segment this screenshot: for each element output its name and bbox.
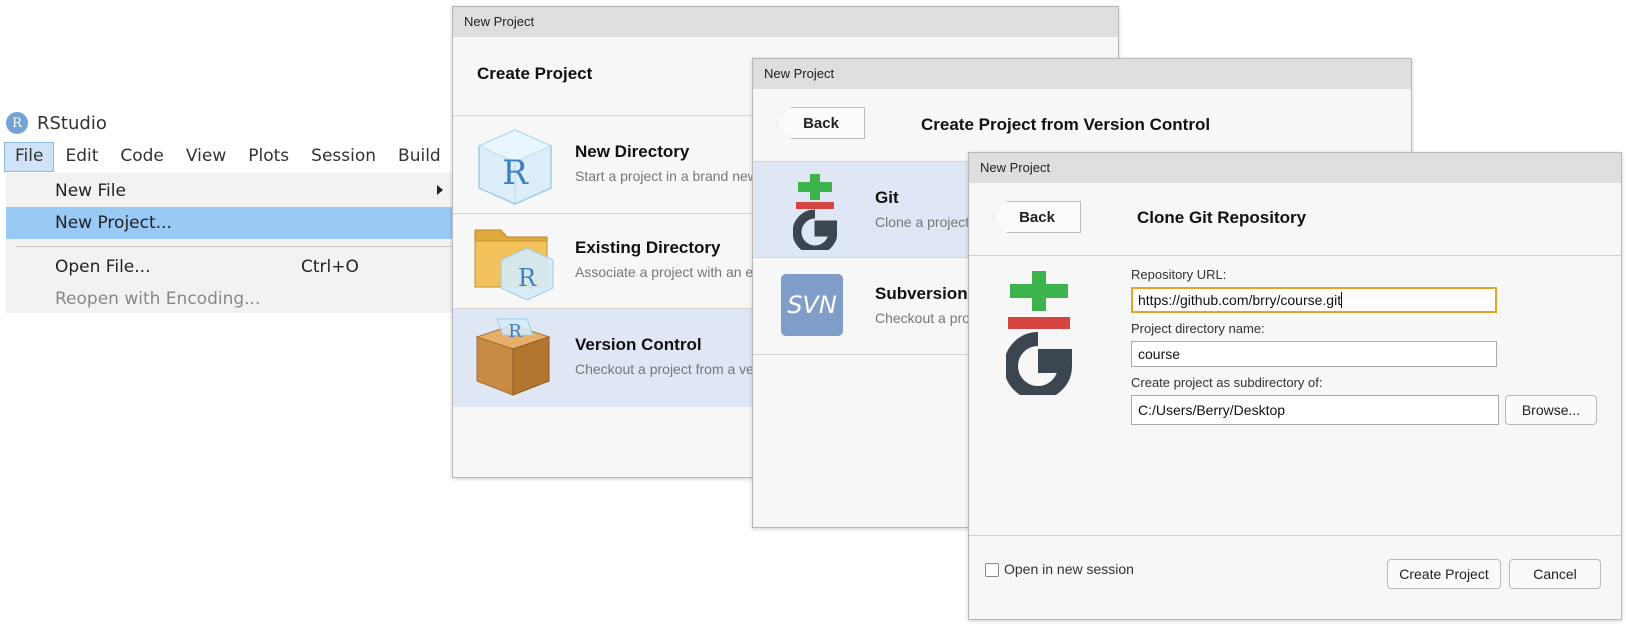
folder-r-icon: R <box>474 229 554 300</box>
back-button-label: Back <box>803 114 839 132</box>
menu-item-reopen-encoding[interactable]: Reopen with Encoding... <box>6 283 452 313</box>
create-project-label: Create Project <box>1399 566 1489 582</box>
create-project-button[interactable]: Create Project <box>1387 559 1501 589</box>
dialog-header: Clone Git Repository <box>1137 208 1307 227</box>
svg-text:R: R <box>508 321 522 342</box>
menu-item-open-file[interactable]: Open File... Ctrl+O <box>6 251 452 283</box>
app-name: RStudio <box>37 112 107 134</box>
menu-item-new-file[interactable]: New File <box>6 175 452 207</box>
svg-text:R: R <box>502 153 529 193</box>
footer-divider <box>969 535 1621 536</box>
menu-session[interactable]: Session <box>300 142 387 172</box>
option-title: Subversion <box>875 284 968 303</box>
git-icon <box>1006 271 1072 395</box>
subdir-input[interactable]: C:/Users/Berry/Desktop <box>1131 395 1499 425</box>
r-cube-icon: R <box>477 129 553 205</box>
submenu-arrow-icon <box>437 185 443 195</box>
menu-item-label: Reopen with Encoding... <box>55 289 261 309</box>
dialog-header: Create Project <box>477 64 593 83</box>
open-new-session-label: Open in new session <box>1004 561 1134 577</box>
menu-item-label: New File <box>55 181 126 201</box>
rstudio-title: R RStudio <box>6 112 107 134</box>
clone-git-repository-dialog: New Project Back Clone Git Repository Re… <box>968 152 1622 620</box>
repo-url-input[interactable]: https://github.com/brry/course.git <box>1131 287 1497 313</box>
subdir-value: C:/Users/Berry/Desktop <box>1138 402 1286 418</box>
dir-name-input[interactable]: course <box>1131 341 1497 367</box>
browse-button-label: Browse... <box>1521 402 1581 418</box>
box-icon: R <box>475 318 551 396</box>
repo-url-value: https://github.com/brry/course.git <box>1138 292 1342 308</box>
dialog-header: Create Project from Version Control <box>921 115 1211 134</box>
git-icon <box>793 174 837 250</box>
menubar: File Edit Code View Plots Session Build <box>4 142 452 172</box>
svn-icon: SVN <box>781 274 843 336</box>
menu-item-label: New Project... <box>55 213 172 233</box>
open-new-session-checkbox[interactable] <box>985 563 999 577</box>
cancel-label: Cancel <box>1533 566 1577 582</box>
option-title: Version Control <box>575 335 702 354</box>
menu-build[interactable]: Build <box>387 142 452 172</box>
option-title: Existing Directory <box>575 238 721 257</box>
subdir-label: Create project as subdirectory of: <box>1131 375 1323 390</box>
dir-name-label: Project directory name: <box>1131 321 1265 336</box>
file-menu-dropdown: New File New Project... Open File... Ctr… <box>6 173 452 313</box>
menu-code[interactable]: Code <box>109 142 175 172</box>
menu-item-shortcut: Ctrl+O <box>301 257 359 277</box>
window-title: New Project <box>969 153 1621 183</box>
window-title: New Project <box>753 59 1411 89</box>
menu-item-new-project[interactable]: New Project... <box>6 207 452 239</box>
dir-name-value: course <box>1138 346 1181 362</box>
back-button[interactable]: Back <box>777 107 865 139</box>
menu-separator <box>16 246 452 247</box>
option-title: Git <box>875 188 899 207</box>
rstudio-logo-icon: R <box>6 112 28 134</box>
menu-item-label: Open File... <box>55 257 151 277</box>
text-caret <box>1341 292 1343 308</box>
window-title: New Project <box>453 7 1118 37</box>
menu-plots[interactable]: Plots <box>237 142 300 172</box>
menu-edit[interactable]: Edit <box>54 142 109 172</box>
svg-text:R: R <box>518 264 537 292</box>
back-button-label: Back <box>1019 208 1055 226</box>
back-button[interactable]: Back <box>993 201 1081 233</box>
header-divider <box>969 255 1621 256</box>
repo-url-label: Repository URL: <box>1131 267 1227 282</box>
browse-button[interactable]: Browse... <box>1505 395 1597 425</box>
menu-view[interactable]: View <box>175 142 237 172</box>
menu-file[interactable]: File <box>4 142 55 172</box>
cancel-button[interactable]: Cancel <box>1509 559 1601 589</box>
option-title: New Directory <box>575 142 690 161</box>
